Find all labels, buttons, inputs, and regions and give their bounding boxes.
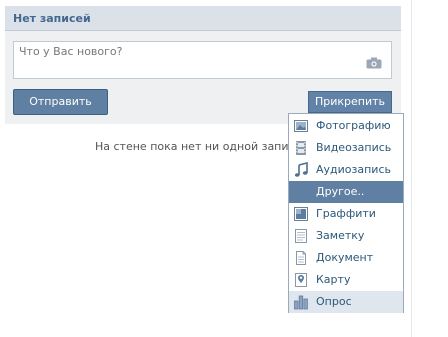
attach-menu-item-other[interactable]: Другое..	[289, 181, 403, 203]
graffiti-icon	[294, 207, 308, 221]
attach-menu-item-poll[interactable]: Опрос	[289, 291, 403, 313]
poll-chart-icon	[294, 295, 308, 310]
attach-menu-item-map[interactable]: Карту	[289, 269, 403, 291]
attach-menu-item-label: Видеозапись	[316, 141, 392, 154]
post-input[interactable]: Что у Вас нового?	[13, 41, 392, 79]
wall-header: Нет записей	[5, 6, 401, 31]
attach-menu-item-label: Аудиозапись	[316, 163, 391, 176]
attach-menu-item-label: Документ	[316, 251, 374, 264]
attach-menu-item-graffiti[interactable]: Граффити	[289, 203, 403, 225]
attach-menu-item-photo[interactable]: Фотографию	[289, 115, 403, 137]
attach-menu-item-label: Фотографию	[316, 119, 391, 132]
map-pin-icon	[295, 273, 307, 287]
music-note-icon	[294, 162, 308, 177]
attach-menu-item-video[interactable]: Видеозапись	[289, 137, 403, 159]
attach-menu-item-label: Карту	[316, 273, 351, 286]
note-icon	[295, 229, 307, 243]
attach-menu-item-label: Граффити	[316, 207, 376, 220]
photo-icon	[294, 120, 308, 132]
attach-menu-item-document[interactable]: Документ	[289, 247, 403, 269]
empty-wall-message: На стене пока нет ни одной записи	[95, 140, 289, 153]
attach-menu-item-label: Заметку	[316, 229, 365, 242]
wall-title: Нет записей	[13, 12, 91, 25]
attach-menu-item-note[interactable]: Заметку	[289, 225, 403, 247]
send-button[interactable]: Отправить	[13, 89, 108, 115]
post-input-placeholder: Что у Вас нового?	[19, 45, 123, 58]
attach-menu-item-label: Другое..	[316, 185, 365, 198]
camera-icon[interactable]	[366, 57, 382, 69]
attach-menu-item-audio[interactable]: Аудиозапись	[289, 159, 403, 181]
video-icon	[296, 141, 306, 155]
attach-menu: Фотографию Видеозапись Аудиозапись Друго…	[288, 113, 404, 313]
content-divider-line	[411, 0, 412, 337]
attach-button[interactable]: Прикрепить	[308, 91, 392, 113]
document-icon	[296, 251, 306, 265]
post-composer: Что у Вас нового? Отправить Прикрепить	[5, 31, 401, 124]
attach-menu-item-label: Опрос	[316, 295, 352, 308]
